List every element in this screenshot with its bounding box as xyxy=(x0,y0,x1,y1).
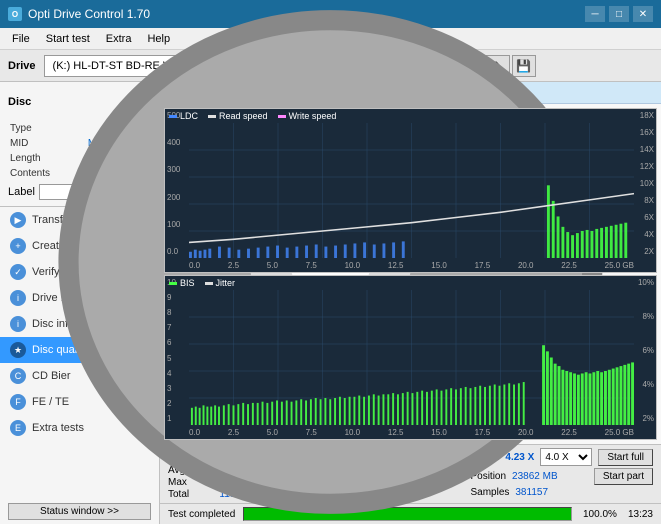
ldc-legend: LDC Read speed Write speed xyxy=(169,111,336,121)
chart2-plot xyxy=(189,290,634,425)
chart1-plot xyxy=(189,123,634,258)
jitter-legend-item: Jitter xyxy=(205,278,236,288)
bis-legend: BIS Jitter xyxy=(169,278,235,288)
read-speed-legend-item: Read speed xyxy=(208,111,268,121)
ldc-legend-label: LDC xyxy=(180,111,198,121)
chart2-svg xyxy=(189,290,634,425)
ldc-chart: LDC Read speed Write speed 500 400 300 xyxy=(164,108,657,273)
jitter-legend-dot xyxy=(205,282,213,285)
chart1-y-right: 18X 16X 14X 12X 10X 8X 6X 4X 2X xyxy=(634,109,656,258)
read-speed-legend-label: Read speed xyxy=(219,111,268,121)
chart2-y-left: 10 9 8 7 6 5 4 3 2 1 xyxy=(165,276,189,425)
jitter-legend-label: Jitter xyxy=(216,278,236,288)
ldc-legend-dot xyxy=(169,115,177,118)
chart2-x-axis: 0.0 2.5 5.0 7.5 10.0 12.5 15.0 17.5 20.0… xyxy=(189,425,634,439)
read-speed-legend-dot xyxy=(208,115,216,118)
sidebar: Disc Type BD-R MID MEIT02 (001) xyxy=(0,82,160,524)
chart1-x-axis: 0.0 2.5 5.0 7.5 10.0 12.5 15.0 17.5 20.0… xyxy=(189,258,634,272)
write-speed-legend-label: Write speed xyxy=(289,111,337,121)
write-speed-legend-item: Write speed xyxy=(278,111,337,121)
ldc-legend-item: LDC xyxy=(169,111,198,121)
main-content: Disc Type BD-R MID MEIT02 (001) xyxy=(0,82,661,524)
disc-panel: Disc Type BD-R MID MEIT02 (001) xyxy=(0,82,159,207)
write-speed-legend-dot xyxy=(278,115,286,118)
chart1-y-left: 500 400 300 200 100 0.0 xyxy=(165,109,189,258)
disc-icon xyxy=(121,88,151,116)
bis-legend-label: BIS xyxy=(180,278,195,288)
bis-chart: BIS Jitter 10 9 8 7 6 5 4 3 2 xyxy=(164,275,657,440)
bis-legend-dot xyxy=(169,282,177,285)
disc-header: Disc xyxy=(8,88,151,116)
chart2-y-right: 10% 8% 6% 4% 2% xyxy=(634,276,656,425)
bis-legend-item: BIS xyxy=(169,278,195,288)
chart1-svg xyxy=(189,123,634,258)
